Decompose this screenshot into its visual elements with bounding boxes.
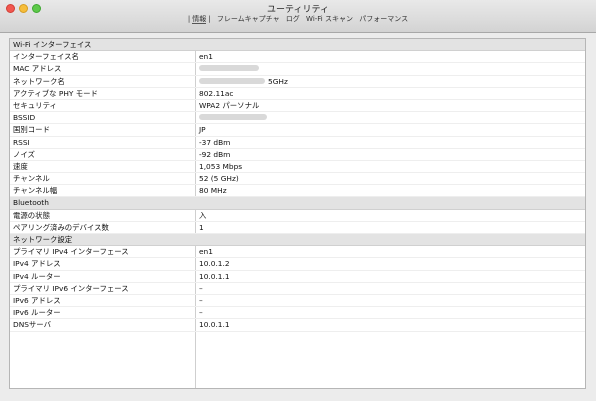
table-row: 速度 1,053 Mbps <box>10 161 585 174</box>
row-label: IPv4 ルーター <box>13 271 61 281</box>
table-row: DNSサーバ 10.0.1.1 <box>10 319 585 332</box>
row-value: 10.0.1.1 <box>199 271 230 281</box>
table-row: チャンネル幅 80 MHz <box>10 185 585 198</box>
row-value: WPA2 パーソナル <box>199 100 260 110</box>
row-label: プライマリ IPv4 インターフェース <box>13 247 129 257</box>
tab-performance[interactable]: パフォーマンス <box>359 15 408 23</box>
table-row: IPv6 ルーター – <box>10 307 585 320</box>
tab-frame-capture[interactable]: フレームキャプチャ <box>217 15 280 23</box>
table-row: プライマリ IPv4 インターフェース en1 <box>10 246 585 259</box>
table-row: 国別コード JP <box>10 124 585 137</box>
redacted-value <box>199 114 267 121</box>
table-row: IPv4 アドレス 10.0.1.2 <box>10 258 585 271</box>
section-title: ネットワーク設定 <box>13 235 73 244</box>
row-label: MAC アドレス <box>13 64 62 74</box>
row-label: 国別コード <box>13 125 50 135</box>
row-value: -92 dBm <box>199 149 231 159</box>
redacted-value <box>199 65 259 72</box>
row-label: ノイズ <box>13 149 35 159</box>
redacted-value <box>199 77 265 84</box>
row-value: – <box>199 308 203 318</box>
row-value: – <box>199 295 203 305</box>
row-value: 80 MHz <box>199 186 227 196</box>
row-value: 1,053 Mbps <box>199 161 243 171</box>
row-label: チャンネル幅 <box>13 186 58 196</box>
row-value: 10.0.1.2 <box>199 259 230 269</box>
table-row: RSSI -37 dBm <box>10 137 585 149</box>
row-label: BSSID <box>13 113 36 123</box>
row-value: 入 <box>199 210 207 220</box>
table-row: ネットワーク名 5GHz <box>10 76 585 88</box>
row-value: 52 (5 GHz) <box>199 174 239 184</box>
row-label: セキュリティ <box>13 100 57 110</box>
section-header-wifi: Wi-Fi インターフェイス <box>10 39 585 52</box>
row-label: RSSI <box>13 137 30 147</box>
row-label: IPv6 アドレス <box>13 295 61 305</box>
section-header-bluetooth: Bluetooth <box>10 197 585 210</box>
row-value: en1 <box>199 52 213 62</box>
table-row: MAC アドレス <box>10 63 585 76</box>
row-label: 速度 <box>13 161 28 171</box>
table-row: ノイズ -92 dBm <box>10 149 585 161</box>
row-value: 802.11ac <box>199 88 234 98</box>
row-label: ペアリング済みのデバイス数 <box>13 222 109 232</box>
row-value: JP <box>199 125 206 135</box>
row-label: 電源の状態 <box>13 210 50 220</box>
row-value: en1 <box>199 247 213 257</box>
section-title: Wi-Fi インターフェイス <box>13 40 92 49</box>
row-label: ネットワーク名 <box>13 76 65 86</box>
table-row: プライマリ IPv6 インターフェース – <box>10 283 585 295</box>
row-value: 10.0.1.1 <box>199 320 230 330</box>
row-label: インターフェイス名 <box>13 52 79 62</box>
table-row: IPv4 ルーター 10.0.1.1 <box>10 271 585 283</box>
row-label: IPv4 アドレス <box>13 259 61 269</box>
tab-bar: | 情報 | フレームキャプチャ ログ Wi-Fi スキャン パフォーマンス <box>0 14 596 24</box>
row-value: 5GHz <box>199 76 288 88</box>
row-value: 1 <box>199 222 204 232</box>
section-title: Bluetooth <box>13 198 49 208</box>
table-row: 電源の状態 入 <box>10 210 585 222</box>
row-value: – <box>199 283 203 293</box>
table-row: ペアリング済みのデバイス数 1 <box>10 222 585 234</box>
tab-info[interactable]: | 情報 | <box>188 15 211 24</box>
row-label: DNSサーバ <box>13 320 52 330</box>
row-value-redacted <box>199 112 267 124</box>
row-label: IPv6 ルーター <box>13 308 61 318</box>
row-label: プライマリ IPv6 インターフェース <box>13 283 129 293</box>
row-value: -37 dBm <box>199 137 231 147</box>
table-row: インターフェイス名 en1 <box>10 51 585 64</box>
tab-wifi-scan[interactable]: Wi-Fi スキャン <box>306 15 353 23</box>
row-label: チャンネル <box>13 174 50 184</box>
section-header-network: ネットワーク設定 <box>10 234 585 247</box>
row-value-redacted <box>199 63 259 75</box>
title-bar: ユーティリティ | 情報 | フレームキャプチャ ログ Wi-Fi スキャン パフォ… <box>0 0 596 33</box>
table-row: チャンネル 52 (5 GHz) <box>10 173 585 186</box>
table-row: BSSID <box>10 112 585 125</box>
table-row: IPv6 アドレス – <box>10 295 585 308</box>
row-label: アクティブな PHY モード <box>13 88 98 98</box>
table-row: セキュリティ WPA2 パーソナル <box>10 100 585 113</box>
tab-log[interactable]: ログ <box>286 15 300 23</box>
info-table: Wi-Fi インターフェイス インターフェイス名 en1 MAC アドレス ネット… <box>9 38 586 389</box>
table-row: アクティブな PHY モード 802.11ac <box>10 88 585 100</box>
